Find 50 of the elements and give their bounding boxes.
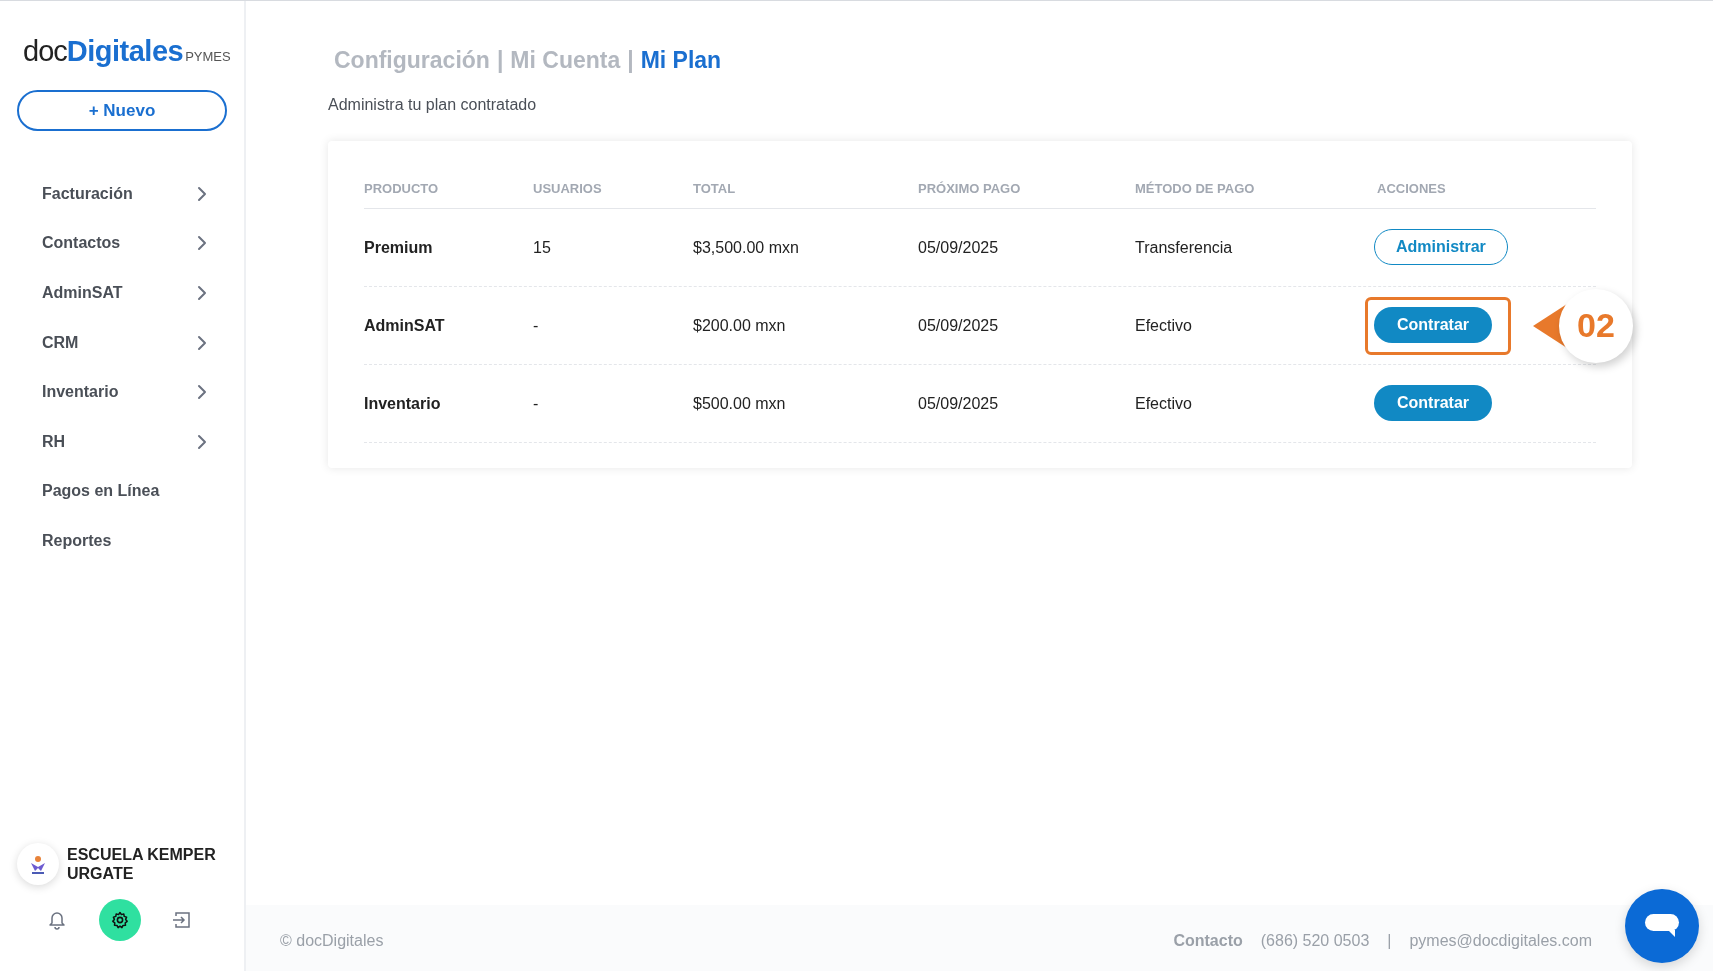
contact-label: Contacto [1173,932,1243,950]
column-header: MÉTODO DE PAGO [1135,180,1256,196]
column-header: PRODUCTO [364,180,440,196]
breadcrumb-item: Mi Plan [640,47,722,74]
table-cell-text: - [533,316,540,335]
table-cell-text: 05/09/2025 [918,394,1000,413]
column-header: TOTAL [693,180,737,196]
table-cell-text: $200.00 mxn [693,316,787,335]
phone-number: (686) 520 0503 [1260,932,1370,950]
sidebar-item[interactable]: Reportes [17,516,227,566]
copyright-text: © docDigitales [280,932,384,950]
page-subtitle: Administra tu plan contratado [328,96,538,114]
sidebar-item[interactable]: RH [17,416,227,467]
notification-bell-icon [47,910,67,930]
contract-button[interactable]: Contratar [1374,384,1492,421]
table-cell-text: $3,500.00 mxn [693,238,800,257]
footer-separator: | [1387,932,1392,950]
sidebar-item[interactable]: Facturación [17,169,227,219]
table-cell-text: Efectivo [1135,316,1193,335]
table-cell-text: 05/09/2025 [918,238,1000,257]
column-header: PRÓXIMO PAGO [918,180,1022,196]
settings-button[interactable] [98,899,141,941]
table-cell-text: Inventario [364,394,442,413]
logo: docDigitales PYMES [23,35,231,68]
people-logo-icon [28,854,48,874]
logout-icon [172,910,192,930]
new-button[interactable]: + Nuevo [17,90,227,131]
chat-bubble-icon [1644,913,1680,939]
column-header: ACCIONES [1377,180,1447,196]
sidebar-item[interactable]: Inventario [17,367,227,417]
table-cell-text: $500.00 mxn [693,394,787,413]
account-name: ESCUELA KEMPER URGATE [67,845,217,883]
breadcrumb-separator: | [496,47,504,74]
sidebar-item[interactable]: AdminSAT [17,268,227,318]
table-cell-text: Premium [364,238,434,257]
table-cell-text: AdminSAT [364,316,446,335]
step-number: 02 [1559,288,1633,363]
sidebar-item[interactable]: Pagos en Línea [17,466,227,517]
table-cell-text: Efectivo [1135,394,1193,413]
column-header: USUARIOS [533,180,603,196]
table-cell-text: 15 [533,238,552,257]
table-cell-text: - [533,394,540,413]
sidebar-item[interactable]: CRM [17,317,227,368]
table-cell-text: Transferencia [1135,238,1234,257]
sidebar-item[interactable]: Contactos [17,218,227,269]
table-cell-text: 05/09/2025 [918,316,1000,335]
settings-icon [109,910,130,930]
breadcrumb-separator: | [627,47,634,74]
contract-button[interactable]: Contratar [1374,306,1492,343]
manage-button[interactable]: Administrar [1374,228,1508,265]
